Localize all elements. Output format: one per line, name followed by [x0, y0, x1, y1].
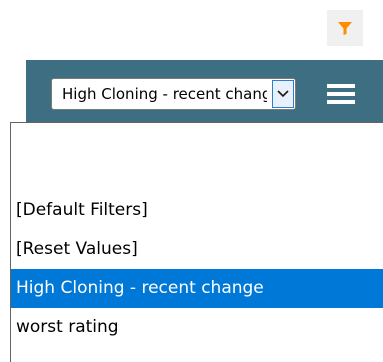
filter-select[interactable]: High Cloning - recent change [51, 78, 296, 110]
funnel-icon [338, 22, 352, 35]
option-high-cloning[interactable]: High Cloning - recent change [11, 269, 383, 308]
filter-select-value: High Cloning - recent change [62, 85, 267, 103]
filter-toolbar: High Cloning - recent change [26, 60, 383, 122]
option-empty[interactable] [11, 170, 383, 191]
chevron-down-icon [277, 90, 289, 98]
menu-bar [327, 84, 355, 88]
option-reset-values[interactable]: [Reset Values] [11, 230, 383, 269]
filter-button[interactable] [327, 10, 363, 46]
option-default-filters[interactable]: [Default Filters] [11, 191, 383, 230]
filter-dropdown-list: [Default Filters] [Reset Values] High Cl… [10, 122, 383, 362]
menu-bar [327, 100, 355, 104]
hamburger-menu-button[interactable] [327, 82, 355, 106]
menu-bar [327, 92, 355, 96]
option-worst-rating[interactable]: worst rating [11, 308, 383, 347]
dropdown-options: [Default Filters] [Reset Values] High Cl… [11, 170, 383, 347]
select-dropdown-button[interactable] [272, 80, 294, 108]
